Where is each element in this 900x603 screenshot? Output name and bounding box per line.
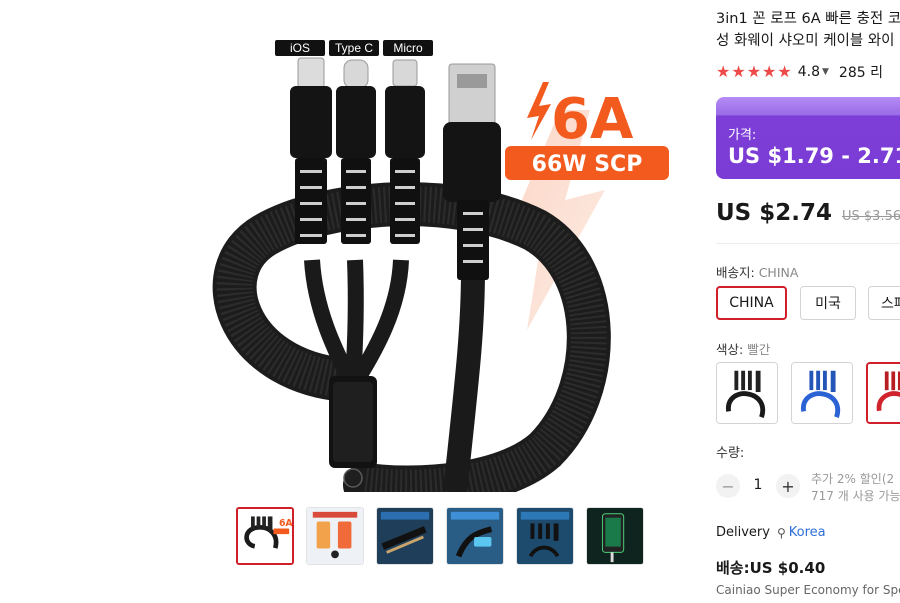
port-label-micro: Micro: [383, 40, 433, 56]
svg-text:6A: 6A: [551, 87, 634, 152]
thumbnail-2[interactable]: [306, 507, 364, 565]
quantity-minus-button[interactable]: −: [716, 474, 740, 498]
thumbnail-strip: 6A: [236, 507, 644, 565]
ship-from-option-spain[interactable]: 스페: [868, 286, 900, 320]
svg-text:6A: 6A: [279, 518, 292, 529]
svg-text:iOS: iOS: [290, 41, 310, 55]
product-title-line1: 3in1 꼰 로프 6A 빠른 충전 코: [716, 11, 900, 27]
ship-from-label: 배송지: CHINA: [716, 262, 798, 281]
ship-from-value: CHINA: [758, 265, 799, 280]
quantity-label: 수량:: [716, 446, 745, 461]
quantity-plus-button[interactable]: +: [776, 474, 800, 498]
quantity-stock-note: 717 개 사용 가능: [811, 489, 900, 503]
quantity-value[interactable]: 1: [750, 477, 766, 493]
price-label: 가격:: [728, 128, 757, 143]
thumbnail-4[interactable]: [446, 507, 504, 565]
price-row: US $2.74 US $3.56: [716, 200, 900, 226]
thumbnail-3[interactable]: [376, 507, 434, 565]
svg-text:Micro: Micro: [393, 41, 423, 55]
rating-row[interactable]: ★ ★ ★ ★ ★ 4.8 ▼ 285 리: [716, 62, 883, 82]
color-title: 색상:: [716, 342, 744, 357]
star-icon: ★: [731, 62, 746, 81]
delivery-row[interactable]: Delivery ⚲ Korea: [716, 525, 826, 540]
ship-from-option-china[interactable]: CHINA: [716, 286, 787, 320]
thumbnail-1[interactable]: 6A: [236, 507, 294, 565]
star-icon: ★: [746, 62, 762, 81]
current-price: US $2.74: [716, 200, 832, 226]
main-product-image[interactable]: iOS Type C Micro 6A 66W SCP: [205, 30, 685, 492]
thumbnail-6[interactable]: [586, 507, 644, 565]
quantity-discount-note: 추가 2% 할인(2: [811, 472, 895, 486]
location-pin-icon: ⚲: [776, 525, 786, 540]
svg-text:Type C: Type C: [335, 41, 373, 55]
shipping-fee: 배송:US $0.40: [716, 559, 826, 577]
port-label-ios: iOS: [275, 40, 325, 56]
color-swatch-blue[interactable]: [791, 362, 853, 424]
color-swatch-black[interactable]: [716, 362, 778, 424]
price-range-box: 가격: US $1.79 - 2.71: [716, 97, 900, 179]
rating-value[interactable]: 4.8: [798, 64, 820, 80]
original-price: US $3.56: [842, 209, 900, 224]
star-icon: ★: [777, 62, 792, 81]
divider: [716, 243, 900, 244]
color-swatch-red[interactable]: [866, 362, 900, 424]
product-title: 3in1 꼰 로프 6A 빠른 충전 코 성 화웨이 샤오미 케이블 와이: [716, 8, 900, 52]
color-value: 빨간: [747, 342, 771, 357]
star-icon: ★: [762, 62, 777, 81]
star-rating: ★ ★ ★ ★ ★: [716, 64, 792, 80]
ship-from-option-us[interactable]: 미국: [800, 286, 856, 320]
delivery-label: Delivery: [716, 525, 770, 540]
shipping-method: Cainiao Super Economy for Spe: [716, 583, 900, 597]
star-icon: ★: [716, 62, 731, 81]
ship-from-title: 배송지:: [716, 265, 755, 280]
thumbnail-5[interactable]: [516, 507, 574, 565]
svg-text:66W SCP: 66W SCP: [532, 152, 643, 177]
delivery-country[interactable]: Korea: [789, 525, 826, 540]
color-label: 색상: 빨간: [716, 339, 770, 358]
port-label-typec: Type C: [329, 40, 379, 56]
price-range: US $1.79 - 2.71: [728, 144, 900, 168]
fast-charge-badge: 6A 66W SCP: [505, 82, 669, 180]
product-title-line2: 성 화웨이 샤오미 케이블 와이: [716, 33, 895, 49]
chevron-down-icon[interactable]: ▼: [822, 67, 829, 77]
review-count[interactable]: 285 리: [839, 62, 883, 82]
